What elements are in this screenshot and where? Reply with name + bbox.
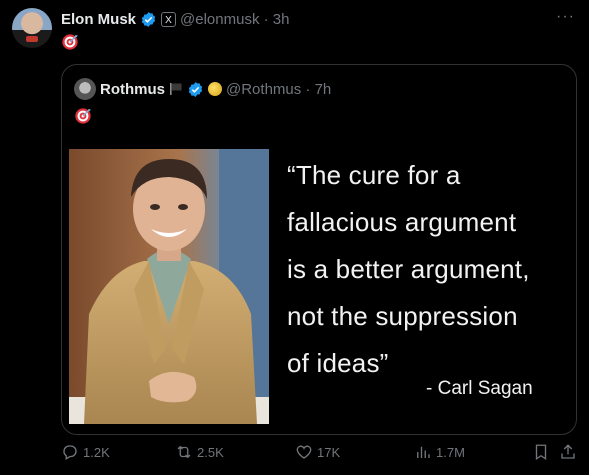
- repost-icon: [177, 445, 191, 459]
- reply-count: 1.2K: [83, 444, 110, 460]
- more-options-icon[interactable]: ···: [556, 8, 575, 26]
- quoted-post[interactable]: Rothmus @Rothmus · 7h “The cure for a fa…: [61, 64, 577, 435]
- quote-line-2: fallacious argument: [287, 207, 517, 237]
- like-count: 17K: [317, 444, 341, 460]
- author-name[interactable]: Elon Musk: [61, 11, 136, 28]
- action-bar: 1.2K 2.5K 17K 1.7M: [61, 441, 577, 463]
- like-button[interactable]: 17K: [295, 441, 340, 463]
- post-header: Elon Musk X @elonmusk · 3h: [61, 9, 289, 29]
- quoted-author-name[interactable]: Rothmus: [100, 81, 165, 98]
- quoted-handle-time[interactable]: @Rothmus · 7h: [226, 81, 331, 98]
- repost-button[interactable]: 2.5K: [175, 441, 224, 463]
- flag-icon: [170, 83, 182, 95]
- coin-emoji-icon: [208, 82, 222, 96]
- verified-badge-icon: [141, 11, 156, 27]
- repost-count: 2.5K: [197, 444, 224, 460]
- quote-line-5: of ideas”: [287, 348, 389, 378]
- x-affiliation-icon: X: [161, 11, 177, 27]
- portrait-photo: [69, 149, 269, 424]
- target-emoji-icon: [62, 34, 78, 50]
- bookmark-icon[interactable]: [532, 443, 550, 461]
- heart-icon: [296, 445, 312, 459]
- quoted-avatar[interactable]: [74, 78, 96, 100]
- quoted-verified-badge-icon: [188, 81, 203, 97]
- views-icon: [417, 446, 430, 458]
- reply-button[interactable]: 1.2K: [61, 441, 110, 463]
- quote-line-4: not the suppression: [287, 301, 518, 331]
- share-icon[interactable]: [559, 443, 577, 461]
- author-avatar[interactable]: [12, 8, 52, 48]
- quoted-header: Rothmus @Rothmus · 7h: [74, 78, 331, 100]
- quote-line-3: is a better argument,: [287, 254, 530, 284]
- author-handle-time[interactable]: @elonmusk · 3h: [180, 11, 289, 28]
- view-count: 1.7M: [436, 444, 465, 460]
- quoted-image[interactable]: “The cure for a fallacious argument is a…: [68, 146, 571, 428]
- reply-icon: [63, 445, 77, 460]
- views-button[interactable]: 1.7M: [414, 441, 465, 463]
- quoted-target-emoji-icon: [75, 108, 91, 124]
- quote-line-1: “The cure for a: [287, 160, 461, 190]
- quote-attribution: - Carl Sagan: [426, 378, 533, 399]
